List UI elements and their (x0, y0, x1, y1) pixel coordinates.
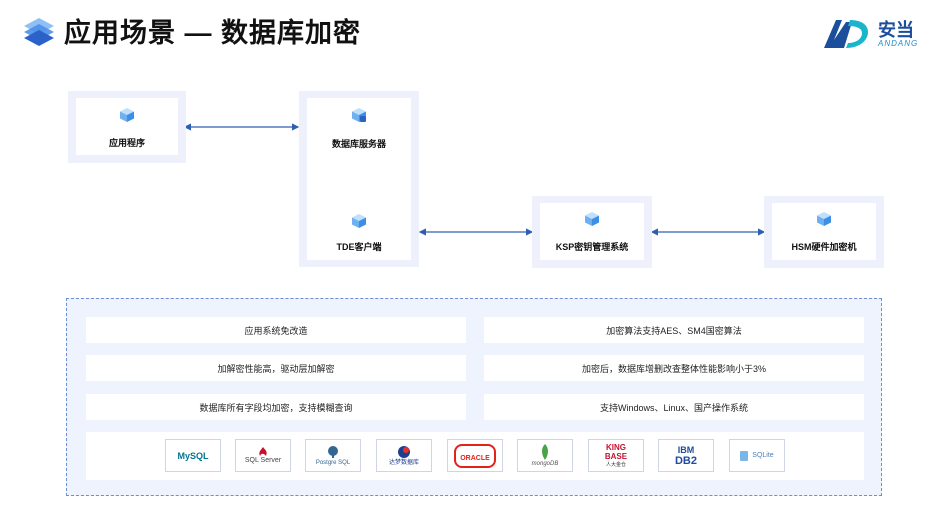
ksp-node: KSP密钥管理系统 (532, 196, 652, 268)
sqlite-logo-icon: SQLite (729, 439, 785, 472)
ksp-label: KSP密钥管理系统 (555, 242, 629, 252)
feature-item: 加密算法支持AES、SM4国密算法 (484, 317, 864, 343)
app-node: 应用程序 (68, 91, 186, 163)
postgresql-logo-icon: Postgre SQL (305, 439, 361, 472)
db-server-node: 数据库服务器 TDE客户端 (299, 91, 419, 267)
feature-item: 应用系统免改造 (86, 317, 466, 343)
mysql-logo-icon: MySQL (165, 439, 221, 472)
sqlite-feather-icon (740, 450, 749, 461)
sqlserver-flame-icon (259, 446, 267, 456)
ksp-cube-icon (585, 212, 599, 226)
kingbase-logo-icon: KING BASE 人大金仓 (588, 439, 644, 472)
feature-item: 数据库所有字段均加密，支持模糊查询 (86, 394, 466, 420)
mongodb-leaf-icon (542, 443, 548, 460)
feature-item: 支持Windows、Linux、国产操作系统 (484, 394, 864, 420)
tde-client-label: TDE客户端 (336, 242, 382, 252)
dameng-mark-icon (398, 445, 410, 458)
dameng-logo-icon: 达梦数据库 (376, 439, 432, 472)
ibm-db2-logo-icon: IBM DB2 (658, 439, 714, 472)
hsm-node: HSM硬件加密机 (764, 196, 884, 268)
postgresql-elephant-icon (328, 445, 338, 458)
tde-client-cube-icon (352, 214, 366, 228)
mongodb-logo-icon: mongoDB (517, 439, 573, 472)
db-server-label: 数据库服务器 (331, 139, 386, 149)
db-server-cube-icon (352, 108, 366, 122)
app-node-label: 应用程序 (108, 138, 145, 148)
hsm-cube-icon (817, 212, 831, 226)
oracle-logo-icon: ORACLE (447, 439, 503, 472)
app-cube-icon (120, 108, 134, 122)
sqlserver-logo-icon: SQL Server (235, 439, 291, 472)
hsm-label: HSM硬件加密机 (791, 242, 857, 252)
feature-item: 加解密性能高，驱动层加解密 (86, 355, 466, 381)
feature-item: 加密后，数据库增删改查整体性能影响小于3% (484, 355, 864, 381)
